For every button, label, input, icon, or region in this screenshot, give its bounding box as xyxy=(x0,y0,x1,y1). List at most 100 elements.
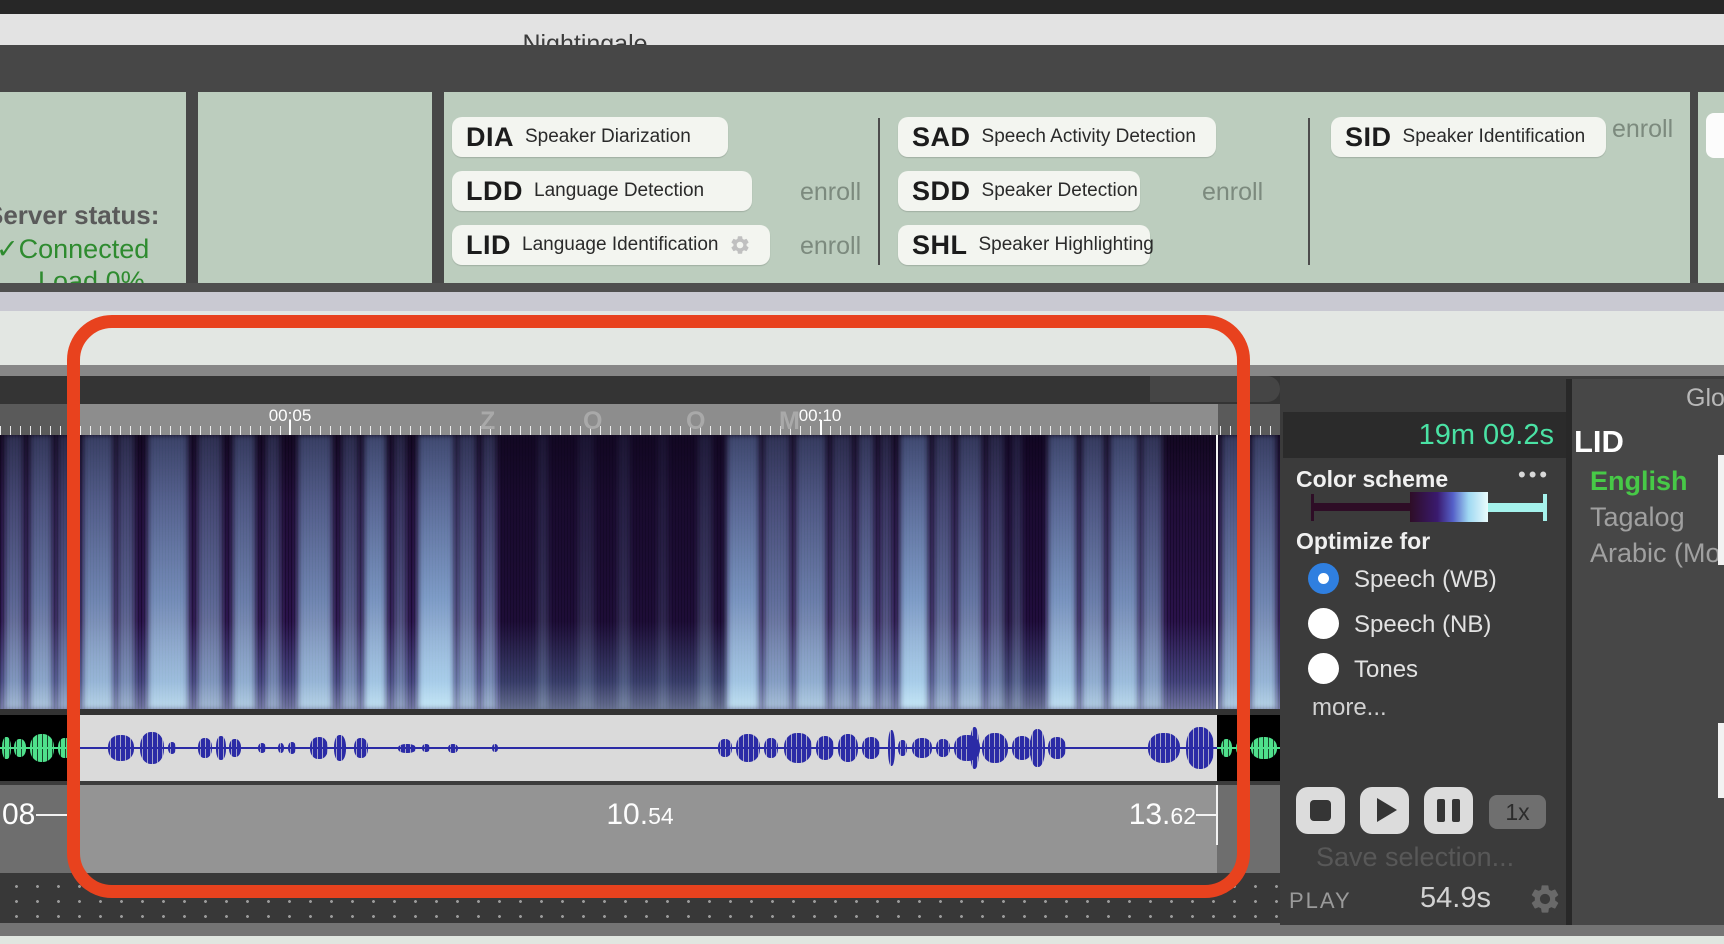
waveform-burst xyxy=(736,734,760,762)
plugin-lid-button[interactable]: LID Language Identification xyxy=(452,225,770,265)
plugin-sad-abbr: SAD xyxy=(912,122,971,153)
save-selection-button[interactable]: Save selection... xyxy=(1316,842,1514,873)
waveform-burst xyxy=(1221,739,1232,757)
tab-bar: LIVE Workflows Plugins E xyxy=(0,45,1724,92)
play-icon xyxy=(1377,798,1397,822)
radio-tones-label[interactable]: Tones xyxy=(1354,656,1418,684)
timeline-ticks xyxy=(0,426,1280,435)
plugin-shl-button[interactable]: SHL Speaker Highlighting xyxy=(898,225,1150,265)
gradient-slider-left-line xyxy=(1311,503,1411,511)
color-scheme-label: Color scheme xyxy=(1296,466,1448,493)
plugin-ldd-abbr: LDD xyxy=(466,176,523,207)
gradient-slider-right-line xyxy=(1488,503,1546,512)
server-status-value: Connected xyxy=(19,234,150,264)
check-icon: ✓ xyxy=(0,234,19,264)
spectrogram-low-freq-glow xyxy=(0,435,1280,709)
results-panel xyxy=(1572,379,1724,925)
sdd-enroll-link[interactable]: enroll xyxy=(1202,178,1263,207)
radio-speech-nb-label[interactable]: Speech (NB) xyxy=(1354,611,1491,639)
stop-icon xyxy=(1310,800,1331,821)
selection-left-cut-value: 08 xyxy=(2,798,35,831)
plugin-dia-button[interactable]: DIA Speaker Diarization xyxy=(452,117,728,157)
waveform-burst xyxy=(718,739,732,757)
stop-button[interactable] xyxy=(1296,787,1345,834)
evaluate-panel-button[interactable] xyxy=(1706,113,1724,158)
os-top-strip xyxy=(0,0,1724,14)
color-scheme-more-icon[interactable]: ••• xyxy=(1518,462,1550,488)
plugin-sdd-name: Speaker Detection xyxy=(982,180,1138,202)
plugin-sad-name: Speech Activity Detection xyxy=(982,126,1196,148)
waveform-burst xyxy=(334,735,346,761)
waveform-burst xyxy=(354,738,368,758)
plugin-ldd-button[interactable]: LDD Language Detection xyxy=(452,171,752,211)
waveform-burst xyxy=(229,739,241,757)
radio-speech-wb-label[interactable]: Speech (WB) xyxy=(1354,566,1497,594)
gradient-slider-right-cap[interactable] xyxy=(1543,494,1547,521)
pause-icon-2 xyxy=(1452,799,1460,822)
lid-result-arabic[interactable]: Arabic (Mode xyxy=(1590,538,1724,569)
waveform-burst xyxy=(838,734,858,762)
waveform-burst xyxy=(278,743,284,753)
lid-settings-gear-icon[interactable] xyxy=(729,234,751,256)
plugin-sid-button[interactable]: SID Speaker Identification xyxy=(1331,117,1606,157)
spacer-strip xyxy=(0,292,1724,311)
global-toggle-label[interactable]: Glo xyxy=(1686,384,1724,413)
waveform-burst xyxy=(168,742,176,754)
plugins-divider-2 xyxy=(1308,118,1310,265)
more-options-link[interactable]: more... xyxy=(1312,694,1387,722)
gradient-slider-bar[interactable] xyxy=(1410,492,1488,522)
server-status-connected: ✓Connected xyxy=(0,234,149,265)
waveform-burst xyxy=(816,736,834,760)
waveform-burst xyxy=(936,739,950,757)
spectrogram[interactable] xyxy=(0,435,1280,709)
radio-tones[interactable] xyxy=(1308,653,1339,684)
waveform-burst xyxy=(140,732,164,764)
dotted-footer-strip xyxy=(0,873,1280,923)
waveform-burst xyxy=(108,735,134,761)
selection-start-frac: 54 xyxy=(648,803,674,829)
waveform-burst xyxy=(1186,727,1214,769)
workflows-panel: + xyxy=(198,92,432,283)
waveform-burst xyxy=(216,736,226,760)
waveform-burst xyxy=(982,733,1008,763)
ldd-enroll-link[interactable]: enroll xyxy=(800,178,861,207)
pause-icon xyxy=(1437,799,1445,822)
plugin-lid-abbr: LID xyxy=(466,230,511,261)
radio-speech-wb[interactable] xyxy=(1308,563,1339,594)
lid-enroll-link[interactable]: enroll xyxy=(800,232,861,261)
plugin-sid-name: Speaker Identification xyxy=(1403,126,1586,148)
play-button[interactable] xyxy=(1360,787,1409,834)
audio-duration: 19m 09.2s xyxy=(1283,412,1566,458)
radio-speech-nb[interactable] xyxy=(1308,608,1339,639)
waveform-burst xyxy=(258,743,266,753)
selection-end-main: 13. xyxy=(1129,798,1171,831)
playback-settings-gear-icon[interactable] xyxy=(1528,882,1562,916)
plugin-dia-abbr: DIA xyxy=(466,122,514,153)
scrollbar-sliver-bottom[interactable] xyxy=(1718,723,1724,798)
selection-start-main: 10. xyxy=(606,798,648,831)
selection-end-time: 13.62 xyxy=(1050,798,1196,832)
pause-button[interactable] xyxy=(1424,787,1473,834)
file-path-bar: 09/Music/Nixon_resign_8k.wav xyxy=(0,311,1724,365)
window-titlebar: Nightingale xyxy=(0,14,1724,46)
selection-left-leader-line xyxy=(36,814,78,816)
selection-start-marker[interactable] xyxy=(78,785,80,845)
zoom-ghost-letter-z: Z xyxy=(480,407,495,436)
selection-right-leader-line xyxy=(1196,814,1216,816)
waveform-burst xyxy=(14,739,26,757)
plugin-sad-button[interactable]: SAD Speech Activity Detection xyxy=(898,117,1216,157)
plugin-sdd-button[interactable]: SDD Speaker Detection xyxy=(898,171,1140,211)
selection-end-marker[interactable] xyxy=(1216,785,1218,845)
plugin-sdd-abbr: SDD xyxy=(912,176,971,207)
server-status-panel: Server status: ✓Connected Load 0% xyxy=(0,92,186,283)
optimize-for-label: Optimize for xyxy=(1296,528,1430,555)
scrollbar-sliver-top[interactable] xyxy=(1718,455,1724,565)
lid-results-heading: LID xyxy=(1574,424,1624,460)
playback-speed-button[interactable]: 1x xyxy=(1489,795,1546,829)
app-window: Nightingale LIVE Workflows Plugins E Ser… xyxy=(0,0,1724,944)
selection-start-time: 10.54 xyxy=(560,798,720,832)
sid-enroll-link[interactable]: enroll xyxy=(1612,115,1673,144)
lid-result-tagalog[interactable]: Tagalog xyxy=(1590,502,1685,533)
lid-result-english[interactable]: English xyxy=(1590,466,1688,497)
waveform-burst xyxy=(1030,729,1045,767)
